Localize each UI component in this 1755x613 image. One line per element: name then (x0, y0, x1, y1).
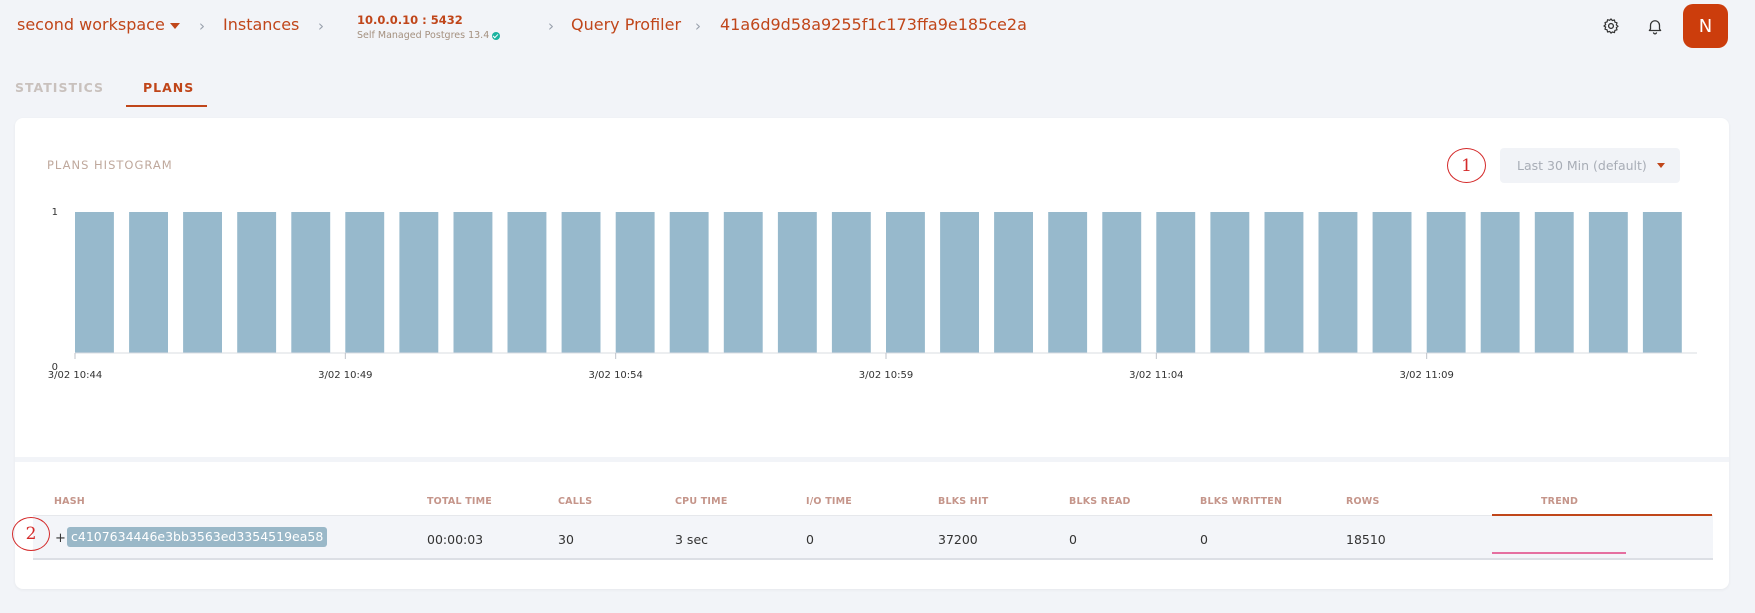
histogram-bar[interactable] (1102, 212, 1142, 353)
histogram-bar[interactable] (561, 212, 601, 353)
breadcrumb-separator-icon: › (548, 17, 554, 35)
instance-host[interactable]: 10.0.0.10 : 5432 (357, 13, 463, 27)
column-header-calls[interactable]: CALLS (558, 496, 592, 507)
cell-cpu-time: 3 sec (675, 532, 709, 547)
cell-blks-hit: 37200 (938, 532, 978, 547)
column-header-blks-read[interactable]: BLKS READ (1069, 496, 1131, 507)
histogram-bar[interactable] (1318, 212, 1358, 353)
histogram-bar[interactable] (1156, 212, 1196, 353)
x-tick-label: 3/02 10:44 (48, 370, 102, 381)
column-header-blks-written[interactable]: BLKS WRITTEN (1200, 496, 1282, 507)
x-tick-label: 3/02 11:04 (1129, 370, 1183, 381)
histogram-bar[interactable] (994, 212, 1033, 353)
histogram-bar[interactable] (75, 212, 114, 353)
x-tick-label: 3/02 10:49 (318, 370, 372, 381)
histogram-bar[interactable] (399, 212, 439, 353)
histogram-bar[interactable] (777, 212, 817, 353)
histogram-title: PLANS HISTOGRAM (47, 158, 173, 172)
histogram-bar[interactable] (1534, 212, 1574, 353)
histogram-bar[interactable] (183, 212, 222, 353)
histogram-bar[interactable] (615, 212, 655, 353)
plan-hash-link[interactable]: c4107634446e3bb3563ed3354519ea58 (67, 527, 328, 547)
histogram-bar[interactable] (453, 212, 493, 353)
cell-blks-written: 0 (1200, 532, 1208, 547)
histogram-bar[interactable] (507, 212, 547, 353)
x-tick-label: 3/02 10:59 (859, 370, 913, 381)
instance-subtitle: Self Managed Postgres 13.4 (357, 30, 501, 41)
histogram-bar[interactable] (723, 212, 763, 353)
annotation-marker-1: 1 (1447, 148, 1486, 183)
histogram-bar[interactable] (831, 212, 871, 353)
histogram-bar[interactable] (1210, 212, 1250, 353)
cell-rows: 18510 (1346, 532, 1386, 547)
breadcrumb-separator-icon: › (318, 17, 324, 35)
top-header: second workspace › Instances › 10.0.0.10… (0, 0, 1755, 54)
breadcrumb-separator-icon: › (695, 17, 701, 35)
bell-icon (1648, 20, 1662, 35)
column-header-io-time[interactable]: I/O TIME (806, 496, 852, 507)
breadcrumb-query-id: 41a6d9d58a9255f1c173ffa9e185ce2a (720, 15, 1027, 34)
x-tick-label: 3/02 10:54 (588, 370, 642, 381)
expand-row-button[interactable]: + (55, 531, 66, 546)
histogram-bar[interactable] (940, 212, 979, 353)
section-divider (15, 457, 1729, 462)
cell-calls: 30 (558, 532, 574, 547)
histogram-bar[interactable] (1264, 212, 1304, 353)
column-header-rows[interactable]: ROWS (1346, 496, 1380, 507)
notifications-button[interactable] (1641, 12, 1669, 40)
histogram-bar[interactable] (129, 212, 168, 353)
settings-button[interactable] (1597, 12, 1625, 40)
histogram-bar[interactable] (669, 212, 709, 353)
histogram-bar[interactable] (237, 212, 277, 353)
cell-total-time: 00:00:03 (427, 532, 484, 547)
column-header-hash[interactable]: HASH (54, 496, 85, 507)
column-header-blks-hit[interactable]: BLKS HIT (938, 496, 988, 507)
workspace-name: second workspace (17, 15, 165, 34)
y-tick-label: 1 (52, 207, 58, 218)
histogram-bar[interactable] (1048, 212, 1088, 353)
time-range-dropdown[interactable]: Last 30 Min (default) (1500, 148, 1680, 183)
workspace-selector[interactable]: second workspace (17, 15, 180, 34)
cell-io-time: 0 (806, 532, 814, 547)
column-header-trend[interactable]: TREND (1541, 496, 1578, 507)
active-tab-indicator (126, 105, 207, 107)
histogram-bar[interactable] (1480, 212, 1520, 353)
trend-sparkline (1492, 552, 1626, 554)
plans-histogram-chart: 1 0 3/02 10:44 3/02 10:49 3/02 10:54 3/02 1… (48, 207, 1697, 381)
check-circle-icon (492, 31, 501, 40)
column-header-cpu-time[interactable]: CPU TIME (675, 496, 728, 507)
annotation-marker-2: 2 (12, 517, 50, 551)
gear-icon (1603, 18, 1619, 34)
column-header-total-time[interactable]: TOTAL TIME (427, 496, 492, 507)
breadcrumb-separator-icon: › (199, 17, 205, 35)
x-tick-label: 3/02 11:09 (1399, 370, 1453, 381)
histogram-bar[interactable] (1642, 212, 1682, 353)
tab-plans[interactable]: PLANS (143, 80, 194, 95)
breadcrumb-instances[interactable]: Instances (223, 15, 299, 34)
caret-down-icon (1656, 163, 1665, 168)
histogram-bar[interactable] (1372, 212, 1412, 353)
plans-card: PLANS HISTOGRAM 1 Last 30 Min (default) … (12, 118, 1729, 589)
time-range-label: Last 30 Min (default) (1517, 158, 1647, 173)
tab-statistics[interactable]: STATISTICS (15, 80, 104, 95)
histogram-bar[interactable] (886, 212, 925, 353)
chevron-down-icon (169, 22, 180, 29)
breadcrumb-query-profiler[interactable]: Query Profiler (571, 15, 681, 34)
cell-blks-read: 0 (1069, 532, 1077, 547)
histogram-bar[interactable] (345, 212, 385, 353)
histogram-bar[interactable] (1588, 212, 1628, 353)
histogram-bar[interactable] (291, 212, 331, 353)
avatar[interactable]: N (1683, 4, 1728, 48)
histogram-bar[interactable] (1426, 212, 1466, 353)
instance-type: Self Managed Postgres 13.4 (357, 30, 490, 41)
